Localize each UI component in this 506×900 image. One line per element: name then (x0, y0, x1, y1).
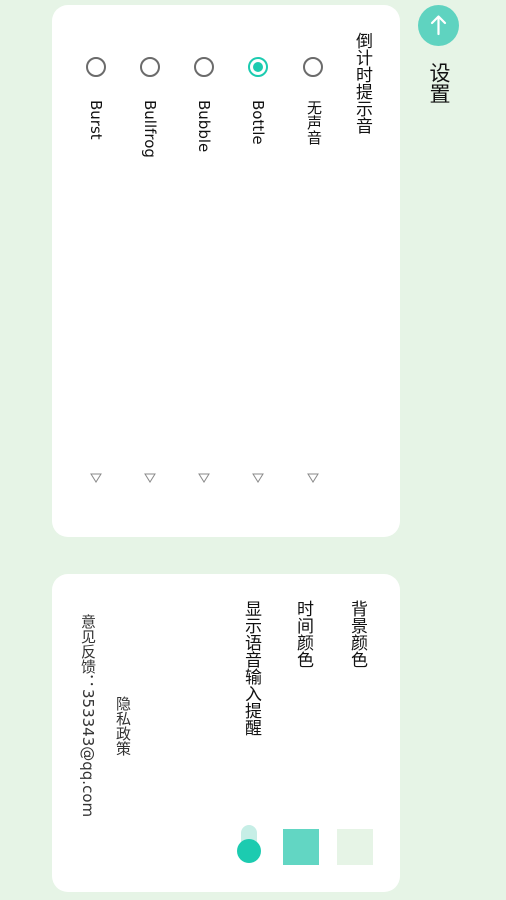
play-icon[interactable] (252, 472, 264, 484)
arrow-up-icon (430, 15, 447, 36)
voice-reminder-label: 显示语音输入提醒 (241, 600, 261, 736)
radio-button-selected[interactable] (248, 57, 268, 77)
toggle-knob (237, 839, 261, 863)
radio-button[interactable] (303, 57, 323, 77)
play-icon[interactable] (144, 472, 156, 484)
voice-reminder-toggle[interactable] (237, 825, 261, 863)
sound-option-label: Burst (87, 100, 105, 140)
time-color-swatch[interactable] (283, 829, 319, 865)
play-icon[interactable] (307, 472, 319, 484)
sound-option-label: 无声音 (305, 100, 323, 145)
sound-option-label: Bubble (195, 100, 213, 153)
page-title: 设置 (427, 62, 451, 104)
sound-card: 倒计时提示音 无声音 Bottle Bubble Bullfrog Burst (52, 5, 400, 537)
back-button[interactable] (418, 5, 459, 46)
sound-option-label: Bullfrog (141, 100, 159, 158)
bg-color-swatch[interactable] (337, 829, 373, 865)
time-color-label: 时间颜色 (293, 600, 313, 668)
privacy-policy-link[interactable]: 隐私政策 (113, 696, 134, 756)
play-icon[interactable] (90, 472, 102, 484)
bg-color-label: 背景颜色 (347, 600, 367, 668)
settings-card: 背景颜色 时间颜色 显示语音输入提醒 隐私政策 意见反馈：353343@qq.c… (52, 574, 400, 892)
play-icon[interactable] (198, 472, 210, 484)
feedback-contact[interactable]: 意见反馈：353343@qq.com (78, 614, 99, 817)
sound-option-label: Bottle (249, 100, 267, 145)
sound-section-title: 倒计时提示音 (352, 32, 372, 134)
radio-button[interactable] (140, 57, 160, 77)
radio-button[interactable] (194, 57, 214, 77)
radio-button[interactable] (86, 57, 106, 77)
